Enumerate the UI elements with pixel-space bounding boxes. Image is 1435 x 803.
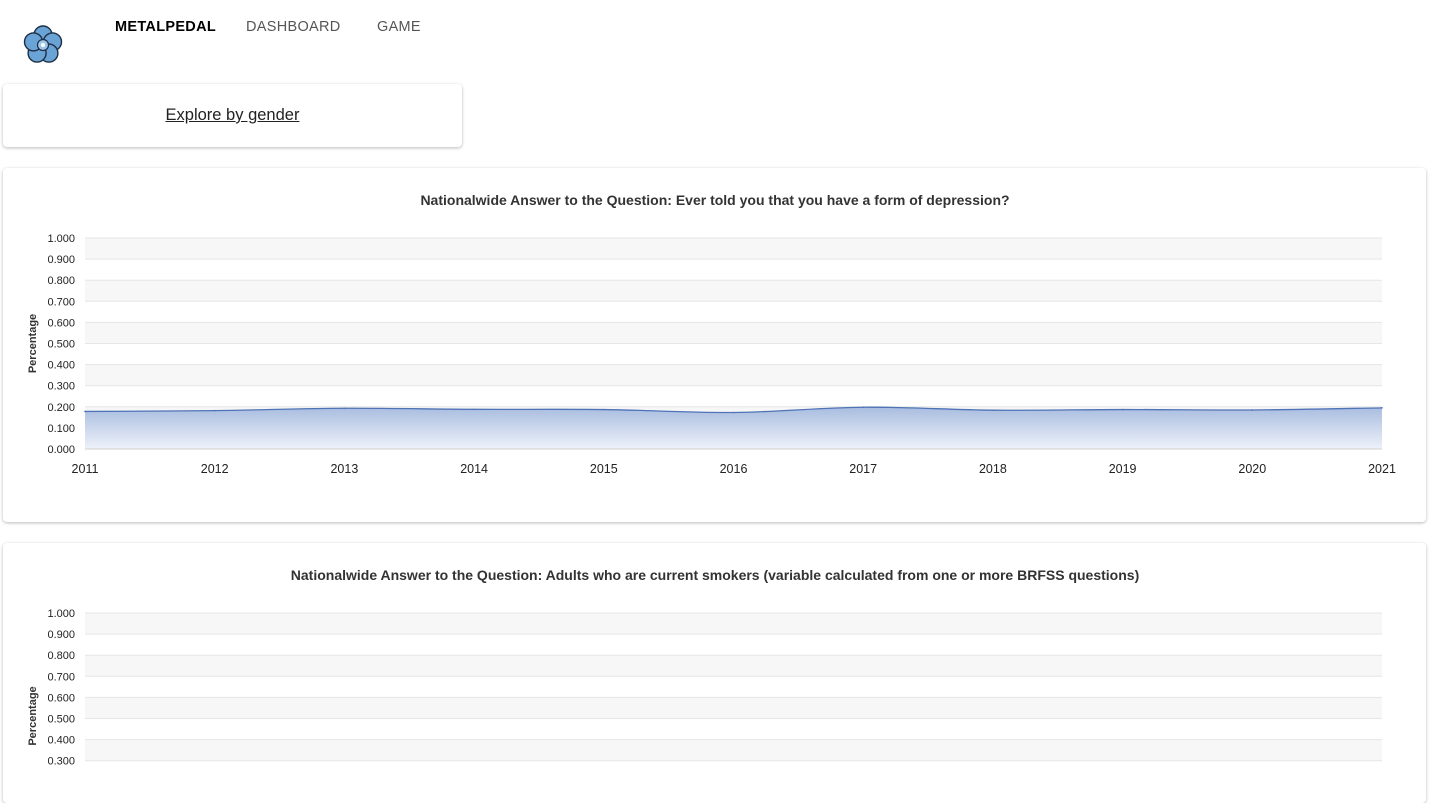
y-tick-label: 0.100 (47, 423, 75, 435)
grid-band (85, 322, 1382, 344)
nav-item-dashboard[interactable]: DASHBOARD (246, 19, 341, 35)
y-axis-label: Percentage (27, 314, 39, 373)
chart-title: Nationalwide Answer to the Question: Adu… (291, 567, 1139, 583)
chart-title: Nationalwide Answer to the Question: Eve… (420, 192, 1009, 208)
x-tick-label: 2021 (1368, 462, 1396, 476)
x-tick-label: 2018 (979, 462, 1007, 476)
top-nav: METALPEDAL DASHBOARD GAME (0, 0, 1435, 80)
data-point[interactable] (1251, 409, 1254, 411)
grid-band (85, 655, 1382, 677)
y-tick-label: 0.900 (47, 629, 75, 641)
x-tick-label: 2012 (201, 462, 229, 476)
y-tick-label: 0.300 (47, 756, 75, 768)
y-tick-label: 1.000 (47, 233, 75, 245)
y-tick-label: 0.500 (47, 714, 75, 726)
data-point[interactable] (213, 409, 216, 412)
grid-band (85, 697, 1382, 719)
series-area (85, 407, 1382, 449)
y-tick-label: 0.700 (47, 296, 75, 308)
y-tick-label: 0.700 (47, 671, 75, 683)
y-tick-label: 0.400 (47, 735, 75, 747)
depression-chart: Nationalwide Answer to the Question: Eve… (27, 192, 1396, 476)
x-tick-label: 2011 (72, 462, 99, 476)
flower-logo-icon[interactable] (22, 24, 64, 66)
data-point[interactable] (473, 408, 475, 411)
y-tick-label: 0.600 (47, 692, 75, 704)
x-tick-label: 2017 (849, 462, 877, 476)
y-tick-label: 0.000 (47, 444, 75, 456)
x-tick-label: 2014 (460, 462, 488, 476)
x-tick-label: 2013 (330, 462, 358, 476)
grid-band (85, 613, 1382, 635)
y-tick-label: 0.400 (47, 360, 75, 372)
x-tick-label: 2016 (720, 462, 748, 476)
data-point[interactable] (1121, 408, 1124, 411)
smokers-chart: Nationalwide Answer to the Question: Adu… (27, 567, 1382, 768)
y-tick-label: 0.200 (47, 402, 75, 414)
data-point[interactable] (1381, 407, 1383, 409)
data-point[interactable] (84, 410, 86, 413)
y-tick-label: 0.800 (47, 650, 75, 662)
y-tick-label: 0.900 (47, 254, 75, 266)
data-point[interactable] (732, 411, 735, 414)
grid-band (85, 364, 1382, 386)
chart-card-depression: Nationalwide Answer to the Question: Eve… (3, 168, 1426, 522)
grid-band (85, 238, 1382, 260)
data-point[interactable] (992, 409, 994, 411)
y-tick-label: 0.300 (47, 381, 75, 393)
y-tick-label: 0.500 (47, 339, 75, 351)
nav-item-metalpedal[interactable]: METALPEDAL (115, 19, 216, 35)
x-tick-label: 2019 (1109, 462, 1137, 476)
grid-band (85, 739, 1382, 761)
x-tick-label: 2015 (590, 462, 618, 476)
y-tick-label: 0.800 (47, 275, 75, 287)
y-tick-label: 0.600 (47, 317, 75, 329)
y-axis-label: Percentage (27, 686, 39, 745)
chart-card-smokers: Nationalwide Answer to the Question: Adu… (3, 543, 1426, 803)
grid-band (85, 280, 1382, 302)
data-point[interactable] (862, 406, 864, 409)
x-tick-label: 2020 (1238, 462, 1266, 476)
explore-card: Explore by gender (3, 84, 462, 147)
explore-by-gender-link[interactable]: Explore by gender (3, 106, 462, 125)
data-point[interactable] (603, 408, 605, 411)
data-point[interactable] (343, 407, 346, 410)
y-tick-label: 1.000 (47, 608, 75, 620)
nav-item-game[interactable]: GAME (377, 19, 421, 35)
